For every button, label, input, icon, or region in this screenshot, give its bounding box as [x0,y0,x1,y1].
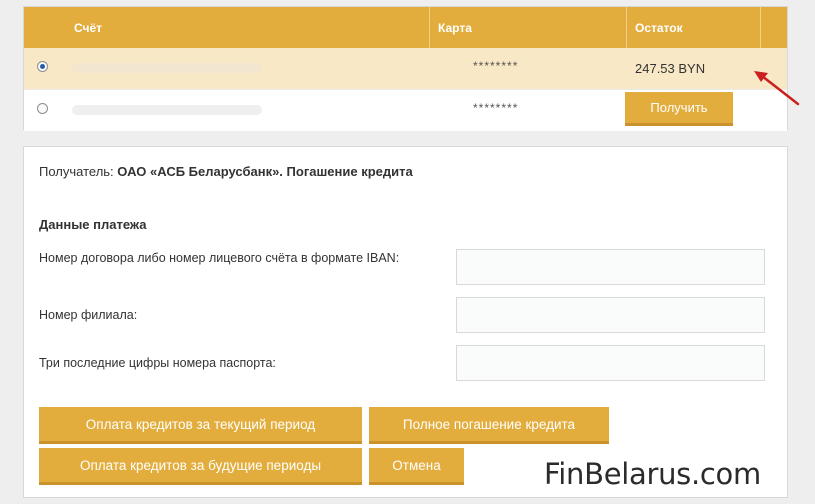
column-header-balance: Остаток [635,21,683,35]
recipient-value: ОАО «АСБ Беларусбанк». Погашение кредита [117,164,413,179]
full-repayment-button[interactable]: Полное погашение кредита [369,407,609,444]
cancel-button[interactable]: Отмена [369,448,464,485]
card-number-mask: ******** [473,101,519,115]
accounts-panel: Счёт Карта Остаток ******** 247.53 BYN *… [23,6,788,131]
column-header-account: Счёт [74,21,103,35]
pay-future-periods-button[interactable]: Оплата кредитов за будущие периоды [39,448,362,485]
recipient-label: Получатель: [39,164,114,179]
get-balance-button[interactable]: Получить [625,92,733,126]
passport-digits-label: Три последние цифры номера паспорта: [39,356,276,370]
column-divider [760,7,761,48]
recipient-line: Получатель: ОАО «АСБ Беларусбанк». Погаш… [39,164,413,179]
column-header-card: Карта [438,21,472,35]
account-radio-selected[interactable] [37,61,48,72]
branch-number-input[interactable] [456,297,765,333]
account-balance: 247.53 BYN [635,61,706,76]
section-title: Данные платежа [39,217,147,232]
accounts-table-header: Счёт Карта Остаток [24,7,787,48]
account-row-selected[interactable]: ******** 247.53 BYN [24,48,787,89]
contract-number-input[interactable] [456,249,765,285]
card-number-mask: ******** [473,59,519,73]
red-arrow-annotation [754,71,800,106]
pay-current-period-button[interactable]: Оплата кредитов за текущий период [39,407,362,444]
payment-form-panel: Получатель: ОАО «АСБ Беларусбанк». Погаш… [23,146,788,498]
column-divider [626,7,627,48]
account-name-blurred [72,63,262,73]
column-divider [429,7,430,48]
account-name-blurred [72,105,262,115]
branch-number-label: Номер филиала: [39,308,138,322]
account-radio[interactable] [37,103,48,114]
contract-number-label: Номер договора либо номер лицевого счёта… [39,251,400,265]
finbelarus-watermark: FinBelarus.com [544,457,761,491]
passport-digits-input[interactable] [456,345,765,381]
account-row[interactable]: ******** Получить [24,89,787,131]
